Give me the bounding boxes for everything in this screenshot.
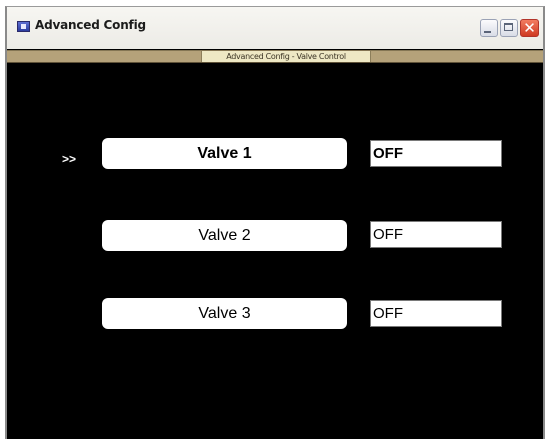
valve-2-status: OFF (370, 221, 502, 248)
valve-3-button[interactable]: Valve 3 (102, 298, 347, 329)
app-icon[interactable] (17, 21, 30, 32)
selection-marker: >> (62, 152, 77, 166)
valve-1-status: OFF (370, 140, 502, 167)
title-bar[interactable]: Advanced Config ✕ (7, 7, 543, 49)
minimize-button[interactable] (480, 19, 498, 37)
app-window: Advanced Config ✕ Advanced Config - Valv… (5, 6, 545, 439)
close-button[interactable]: ✕ (520, 19, 539, 37)
subheader-label: Advanced Config - Valve Control (201, 51, 371, 62)
maximize-button[interactable] (500, 19, 518, 37)
valve-2-button[interactable]: Valve 2 (102, 220, 347, 251)
window-title: Advanced Config (35, 18, 146, 32)
valve-3-status: OFF (370, 300, 502, 327)
subheader-bar: Advanced Config - Valve Control (7, 50, 543, 63)
valve-1-button[interactable]: Valve 1 (102, 138, 347, 169)
